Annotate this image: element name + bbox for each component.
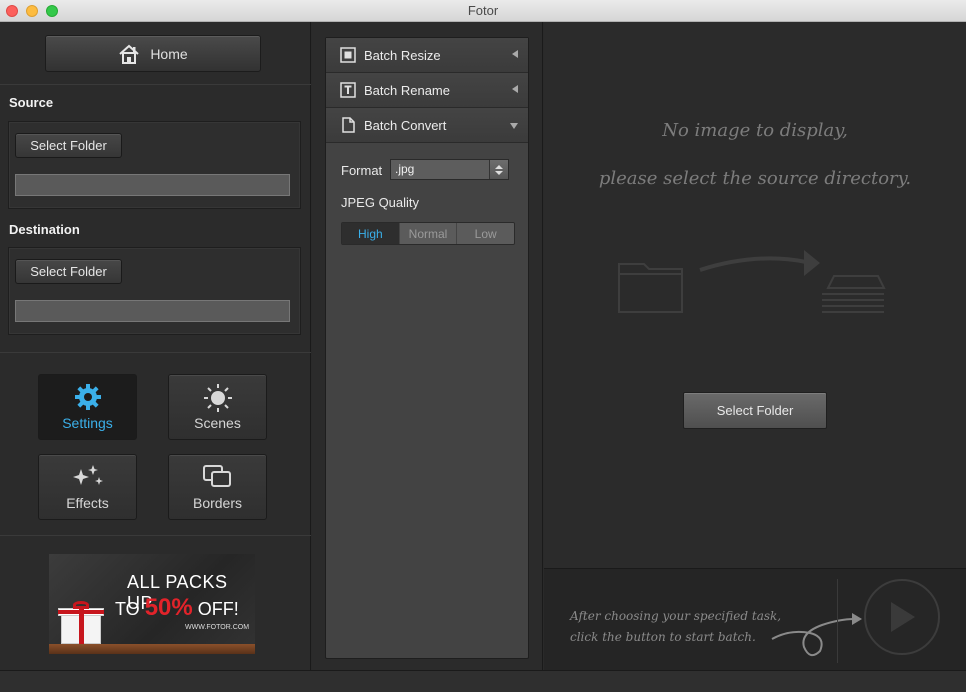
batch-rename-label: Batch Rename	[364, 82, 450, 98]
scenes-label: Scenes	[194, 415, 241, 431]
home-label: Home	[150, 45, 188, 62]
select-folder-button[interactable]: Select Folder	[683, 392, 827, 429]
borders-icon	[202, 465, 231, 487]
batch-options-panel: Batch Resize Batch Rename Batch Convert …	[312, 22, 543, 670]
divider	[837, 579, 838, 663]
quality-low-option[interactable]: Low	[457, 223, 514, 244]
format-value: .jpg	[395, 162, 415, 176]
settings-button[interactable]: Settings	[38, 374, 137, 440]
title-bar: Fotor	[0, 0, 966, 22]
banner-discount: 50%	[144, 594, 193, 621]
batch-rename-item[interactable]: Batch Rename	[326, 73, 528, 108]
image-stack-icon	[822, 275, 886, 313]
status-bar	[0, 670, 966, 692]
gift-bow	[73, 601, 89, 609]
dropdown-arrows-icon	[489, 160, 508, 179]
jpeg-quality-label: JPEG Quality	[341, 195, 420, 210]
batch-resize-item[interactable]: Batch Resize	[326, 38, 528, 73]
folder-icon	[618, 263, 683, 313]
divider	[0, 352, 311, 353]
banner-offer-suffix: OFF!	[197, 599, 239, 619]
empty-state: No image to display, please select the s…	[544, 22, 966, 568]
banner-offer: TO 50% OFF!	[115, 594, 239, 622]
sun-icon	[203, 384, 232, 412]
start-batch-button[interactable]	[864, 579, 940, 655]
gear-icon	[74, 384, 101, 410]
quality-normal-option[interactable]: Normal	[399, 223, 458, 244]
sparkle-icon	[72, 465, 103, 485]
borders-label: Borders	[192, 495, 243, 511]
quality-high-option[interactable]: High	[342, 223, 400, 244]
destination-path-field[interactable]	[15, 300, 290, 322]
divider	[0, 84, 311, 85]
resize-icon	[340, 47, 356, 63]
folder-to-images-illustration	[618, 250, 886, 313]
destination-select-folder-button[interactable]: Select Folder	[15, 259, 122, 284]
banner-table	[49, 644, 255, 654]
window-title: Fotor	[467, 3, 499, 18]
collapse-arrow-icon	[512, 85, 518, 93]
destination-label: Destination	[9, 222, 80, 237]
effects-label: Effects	[66, 495, 109, 511]
borders-button[interactable]: Borders	[168, 454, 267, 520]
promo-banner[interactable]: ALL PACKS UP TO 50% OFF! WWW.FOTOR.COM	[49, 554, 255, 654]
scenes-button[interactable]: Scenes	[168, 374, 267, 440]
curved-arrow-icon	[771, 613, 862, 657]
batch-resize-label: Batch Resize	[364, 47, 441, 63]
batch-convert-label: Batch Convert	[364, 117, 447, 133]
destination-group: Select Folder	[8, 247, 301, 335]
divider	[0, 535, 311, 536]
batch-accordion: Batch Resize Batch Rename Batch Convert …	[325, 37, 529, 659]
jpeg-quality-segmented-control: High Normal Low	[341, 222, 515, 245]
source-group: Select Folder	[8, 121, 301, 209]
hint-line1: After choosing your specified task,	[570, 609, 782, 623]
home-icon	[119, 44, 139, 64]
format-label: Format	[341, 163, 383, 178]
rename-icon	[340, 82, 356, 98]
source-label: Source	[9, 95, 54, 110]
home-button[interactable]: Home	[45, 35, 261, 72]
format-select[interactable]: .jpg	[390, 159, 509, 180]
source-path-field[interactable]	[15, 174, 290, 196]
document-icon	[342, 117, 355, 133]
batch-convert-item[interactable]: Batch Convert	[326, 108, 528, 143]
gift-ribbon	[58, 610, 104, 614]
settings-label: Settings	[62, 415, 113, 431]
hint-line2: click the button to start batch.	[570, 630, 756, 644]
start-batch-area: After choosing your specified task, clic…	[544, 568, 966, 670]
empty-message-line1: No image to display,	[662, 120, 848, 141]
effects-button[interactable]: Effects	[38, 454, 137, 520]
expand-arrow-icon	[510, 123, 518, 129]
left-panel: Home Source Select Folder Destination Se…	[0, 22, 311, 670]
play-icon	[891, 602, 915, 632]
arrow-icon	[699, 256, 807, 272]
source-select-folder-button[interactable]: Select Folder	[15, 133, 122, 158]
fotor-window: Fotor Home Source Select Folder Destinat…	[0, 0, 966, 692]
collapse-arrow-icon	[512, 50, 518, 58]
banner-offer-prefix: TO	[115, 599, 140, 619]
empty-message-line2: please select the source directory.	[598, 168, 912, 189]
preview-panel: No image to display, please select the s…	[544, 22, 966, 670]
banner-url: WWW.FOTOR.COM	[185, 624, 250, 631]
